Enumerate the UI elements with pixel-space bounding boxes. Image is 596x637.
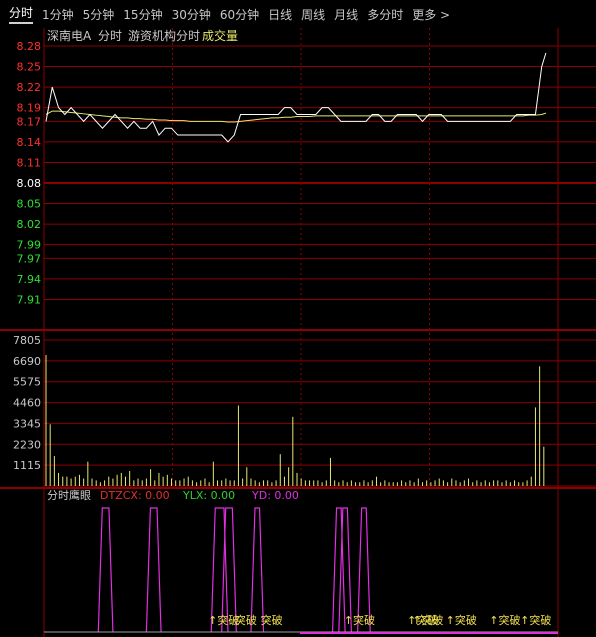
volume-tick-label: 3345 (13, 417, 41, 430)
price-tick-label: 8.22 (17, 81, 42, 94)
price-axis: 8.28 8.25 8.22 8.198.17 8.14 8.11 8.08 8.05 8.02… (17, 40, 42, 306)
volume-bars (45, 355, 545, 486)
price-tick-label: 8.02 (17, 218, 42, 231)
volume-label: 成交量 (202, 28, 238, 43)
price-tick-label: 7.97 (17, 252, 42, 265)
price-tick-label: 8.25 (17, 61, 42, 74)
yd-pulse (97, 507, 114, 633)
breakout-signal: ↑突破 (412, 613, 443, 627)
intraday-chart[interactable]: 8.28 8.25 8.22 8.198.17 8.14 8.11 8.08 8.05 8.02… (0, 0, 596, 637)
volume-tick-label: 1115 (13, 459, 41, 472)
volume-tick-label: 5575 (13, 376, 41, 389)
indicator-values: DTZCX: 0.00 YLX: 0.00 YD: 0.00 (100, 489, 299, 502)
price-tick-label: 8.17 (17, 115, 42, 128)
indicator-value-1: YLX: 0.00 (182, 489, 235, 502)
volume-tick-label: 2230 (13, 438, 41, 451)
breakout-signal: ↑突破 (489, 613, 520, 627)
volume-tick-label: 7805 (13, 334, 41, 347)
indicator-panel-name: 分时鹰眼 (47, 488, 91, 502)
price-tick-label: 8.28 (17, 40, 42, 53)
yd-pulse-group (44, 507, 558, 634)
price-tick-label: 7.91 (17, 293, 42, 306)
price-tick-label: 8.19 (17, 102, 42, 115)
chart-grid (0, 28, 596, 637)
breakout-signal: ↑突破 (344, 613, 375, 627)
breakout-signal: 突破 (235, 613, 257, 627)
price-tick-label: 7.99 (17, 239, 42, 252)
price-tick-label: 8.08 (17, 177, 42, 190)
breakout-signal: 突破 (261, 613, 283, 627)
breakout-signal: ↑突破 (446, 613, 477, 627)
volume-axis: 7805 6690 5575 4460 3345 2230 1115 (13, 334, 41, 472)
volume-tick-label: 6690 (13, 355, 41, 368)
indicator-name: 游资机构分时 (128, 28, 200, 43)
indicator-value-2: YD: 0.00 (251, 489, 299, 502)
chart-headers: 深南电A 分时 游资机构分时 成交量 分时鹰眼 (47, 28, 238, 502)
breakout-signal: ↑突破 (520, 613, 551, 627)
price-tick-label: 8.11 (17, 156, 42, 169)
price-tick-label: 7.94 (17, 273, 42, 286)
chart-mode: 分时 (98, 29, 122, 43)
yd-pulse (145, 507, 162, 633)
price-tick-label: 8.14 (17, 136, 42, 149)
indicator-value-0: DTZCX: 0.00 (100, 489, 170, 502)
stock-name: 深南电A (47, 28, 92, 43)
signal-labels: ↑突破突破 突破 ↑突破 ↑突破↑突破 ↑突破 ↑突破 ↑突破 (208, 613, 551, 627)
price-tick-label: 8.05 (17, 198, 42, 211)
volume-tick-label: 4460 (13, 397, 41, 410)
